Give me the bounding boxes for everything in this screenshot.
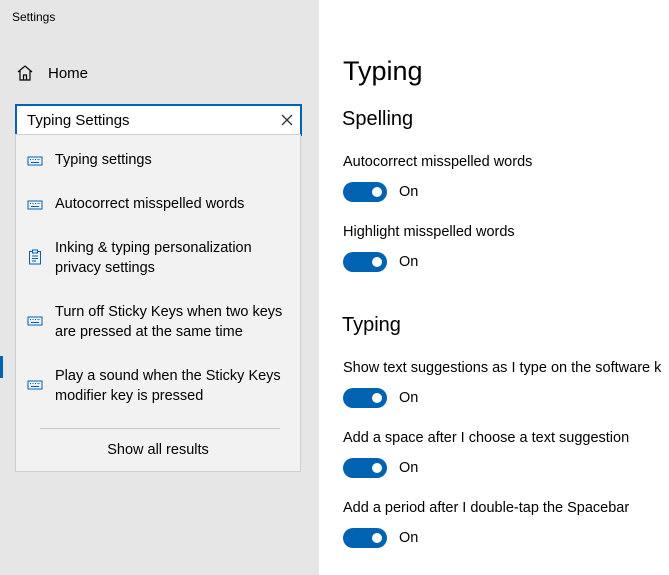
toggle-add-period[interactable] [343, 528, 387, 548]
toggle-knob [372, 533, 382, 543]
suggestion-label: Play a sound when the Sticky Keys modifi… [55, 368, 281, 404]
suggestion-label: Inking & typing personalization privacy … [55, 240, 252, 276]
toggle-state-text-suggestions: On [399, 390, 419, 406]
toggle-knob [372, 257, 382, 267]
close-icon[interactable] [280, 113, 294, 127]
nav-selection-indicator [0, 356, 3, 378]
suggestion-label: Autocorrect misspelled words [55, 196, 245, 212]
toggle-knob [372, 463, 382, 473]
toggle-state-add-space: On [399, 460, 419, 476]
toggle-autocorrect[interactable] [343, 182, 387, 202]
suggestion-inking-privacy[interactable]: Inking & typing personalization privacy … [16, 237, 300, 279]
section-title-typing: Typing [342, 314, 401, 336]
setting-label-add-period: Add a period after I double-tap the Spac… [343, 500, 630, 516]
setting-label-text-suggestions: Show text suggestions as I type on the s… [343, 360, 662, 376]
suggestion-autocorrect[interactable]: Autocorrect misspelled words [16, 193, 300, 215]
toggle-state-autocorrect: On [399, 184, 419, 200]
toggle-knob [372, 393, 382, 403]
home-icon [17, 65, 33, 81]
clipboard-icon [29, 249, 41, 265]
home-label: Home [48, 64, 89, 82]
suggestion-sticky-keys-turn-off[interactable]: Turn off Sticky Keys when two keys are p… [16, 301, 300, 343]
setting-label-add-space: Add a space after I choose a text sugges… [343, 430, 630, 446]
toggle-state-add-period: On [399, 530, 419, 546]
main-content: Typing Spelling Autocorrect misspelled w… [319, 0, 669, 575]
dropdown-divider [40, 428, 280, 429]
search-suggestions-dropdown: Typing settings Autocorrect misspelled w… [15, 134, 301, 472]
keyboard-icon [27, 316, 43, 326]
setting-label-highlight-misspelled: Highlight misspelled words [343, 224, 515, 240]
section-title-spelling: Spelling [342, 108, 414, 130]
suggestion-typing-settings[interactable]: Typing settings [16, 149, 300, 171]
app-title: Settings [12, 10, 56, 24]
show-all-results-link[interactable]: Show all results [16, 442, 300, 458]
toggle-knob [372, 187, 382, 197]
suggestion-sticky-keys-sound[interactable]: Play a sound when the Sticky Keys modifi… [16, 365, 300, 407]
suggestion-label: Typing settings [55, 152, 152, 168]
suggestion-label: Turn off Sticky Keys when two keys are p… [55, 304, 283, 340]
toggle-text-suggestions[interactable] [343, 388, 387, 408]
keyboard-icon [27, 200, 43, 210]
sidebar: Settings Home Typing settings Autocorrec… [0, 0, 319, 575]
page-title: Typing [343, 56, 423, 86]
home-nav-item[interactable]: Home [16, 62, 88, 84]
toggle-state-highlight-misspelled: On [399, 254, 419, 270]
toggle-add-space[interactable] [343, 458, 387, 478]
search-box [15, 104, 302, 136]
setting-label-autocorrect: Autocorrect misspelled words [343, 154, 533, 170]
search-input[interactable] [27, 106, 267, 134]
keyboard-icon [27, 156, 43, 166]
keyboard-icon [27, 380, 43, 390]
toggle-highlight-misspelled[interactable] [343, 252, 387, 272]
